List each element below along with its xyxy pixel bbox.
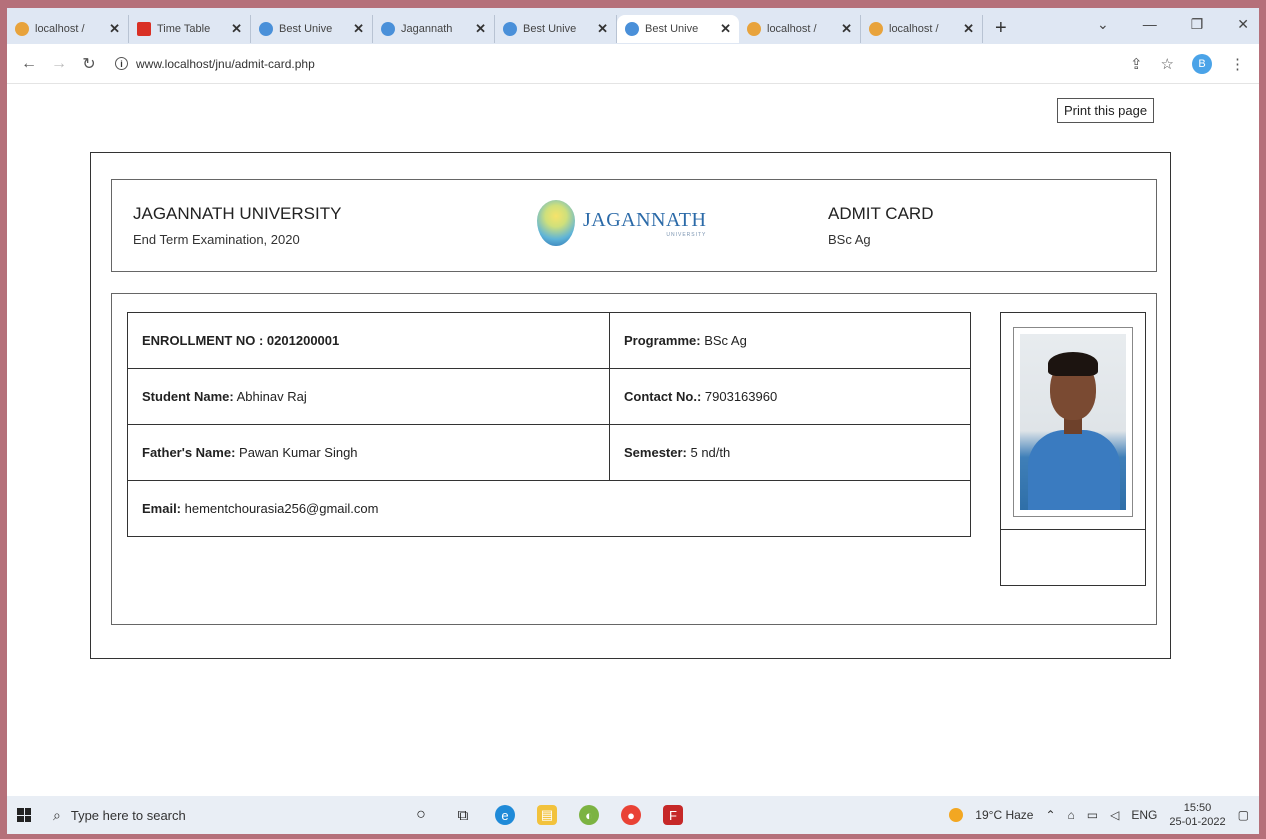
- email-cell: Email: hementchourasia256@gmail.com: [127, 480, 971, 537]
- student-info-table: ENROLLMENT NO : 0201200001 Programme: BS…: [127, 312, 971, 537]
- close-icon[interactable]: ✕: [231, 21, 242, 37]
- signature-divider: [1001, 529, 1145, 530]
- browser-toolbar: ← → ↻ i www.localhost/jnu/admit-card.php…: [7, 44, 1259, 84]
- taskbar-apps: ○ ⧉ e ▤ ◐ ● F: [411, 805, 683, 825]
- search-icon: ⌕: [53, 806, 61, 823]
- card-body: ENROLLMENT NO : 0201200001 Programme: BS…: [111, 293, 1157, 625]
- windows-taskbar: ⌕ Type here to search ○ ⧉ e ▤ ◐ ● F 19°C…: [7, 796, 1259, 834]
- phpmyadmin-icon: [15, 22, 29, 36]
- tab-7[interactable]: localhost / ✕: [861, 15, 983, 43]
- close-icon[interactable]: ✕: [353, 21, 364, 37]
- clock[interactable]: 15:50 25-01-2022: [1169, 801, 1225, 829]
- logo-text: JAGANNATH: [583, 208, 707, 231]
- exam-name: End Term Examination, 2020: [133, 232, 300, 247]
- url-text[interactable]: www.localhost/jnu/admit-card.php: [136, 57, 315, 71]
- university-logo: JAGANNATH UNIVERSITY: [537, 200, 706, 246]
- back-icon[interactable]: ←: [21, 55, 37, 73]
- tab-strip: localhost / ✕ Time Table ✕ Best Unive ✕ Jag…: [7, 8, 1259, 44]
- shield-logo-icon: [537, 200, 575, 246]
- phpmyadmin-icon: [869, 22, 883, 36]
- globe-icon: [259, 22, 273, 36]
- globe-icon: [381, 22, 395, 36]
- table-row: ENROLLMENT NO : 0201200001 Programme: BS…: [127, 312, 971, 369]
- phpmyadmin-icon: [747, 22, 761, 36]
- volume-icon[interactable]: ◁: [1110, 808, 1119, 822]
- cortana-icon[interactable]: ○: [411, 805, 431, 825]
- share-icon[interactable]: ⇪: [1130, 55, 1143, 73]
- menu-icon[interactable]: ⋮: [1230, 55, 1245, 73]
- tab-3[interactable]: Jagannath ✕: [373, 15, 495, 43]
- filezilla-icon[interactable]: F: [663, 805, 683, 825]
- close-window-button[interactable]: ✕: [1237, 16, 1249, 33]
- reload-icon[interactable]: ↻: [81, 54, 97, 74]
- restore-button[interactable]: ❐: [1191, 16, 1204, 33]
- file-explorer-icon[interactable]: ▤: [537, 805, 557, 825]
- clock-time: 15:50: [1183, 802, 1212, 814]
- task-view-icon[interactable]: ⧉: [453, 805, 473, 825]
- tab-1[interactable]: Time Table ✕: [129, 15, 251, 43]
- network-icon[interactable]: ⌂: [1068, 808, 1075, 822]
- app-icon[interactable]: ◐: [579, 805, 599, 825]
- card-title: ADMIT CARD: [828, 204, 934, 223]
- close-icon[interactable]: ✕: [963, 21, 974, 37]
- chevron-up-icon[interactable]: ⌃: [1045, 808, 1055, 822]
- edge-icon[interactable]: e: [495, 805, 515, 825]
- search-placeholder[interactable]: Type here to search: [71, 808, 186, 823]
- student-name-cell: Student Name: Abhinav Raj: [127, 368, 610, 425]
- table-row: Email: hementchourasia256@gmail.com: [127, 480, 971, 537]
- profile-avatar[interactable]: B: [1192, 54, 1212, 74]
- taskbar-search[interactable]: ⌕ Type here to search: [53, 796, 353, 834]
- card-programme: BSc Ag: [828, 232, 871, 247]
- contact-cell: Contact No.: 7903163960: [609, 368, 971, 425]
- close-icon[interactable]: ✕: [475, 21, 486, 37]
- close-icon[interactable]: ✕: [597, 21, 608, 37]
- windows-start-icon[interactable]: [17, 808, 31, 822]
- system-tray: 19°C Haze ⌃ ⌂ ▭ ◁ ENG 15:50 25-01-2022 ▢: [949, 796, 1249, 834]
- toolbar-actions: ⇪ ☆ B ⋮: [1130, 54, 1245, 74]
- close-icon[interactable]: ✕: [841, 21, 852, 37]
- tab-5-active[interactable]: Best Unive ✕: [617, 15, 739, 43]
- address-bar[interactable]: i www.localhost/jnu/admit-card.php: [115, 57, 315, 71]
- close-icon[interactable]: ✕: [720, 21, 731, 37]
- tab-4[interactable]: Best Unive ✕: [495, 15, 617, 43]
- close-icon[interactable]: ✕: [109, 21, 120, 37]
- card-header: JAGANNATH UNIVERSITY End Term Examinatio…: [111, 179, 1157, 272]
- weather-text[interactable]: 19°C Haze: [975, 808, 1033, 822]
- admit-card: JAGANNATH UNIVERSITY End Term Examinatio…: [90, 152, 1171, 659]
- student-photo-image: [1020, 334, 1126, 510]
- semester-cell: Semester: 5 nd/th: [609, 424, 971, 481]
- print-tooltip: Print this page: [1057, 98, 1155, 123]
- table-row: Student Name: Abhinav Raj Contact No.: 7…: [127, 368, 971, 425]
- tab-search-icon[interactable]: ⌄: [1097, 16, 1109, 33]
- tab-2[interactable]: Best Unive ✕: [251, 15, 373, 43]
- minimize-button[interactable]: —: [1143, 16, 1157, 33]
- new-tab-button[interactable]: +: [995, 17, 1007, 40]
- chrome-icon[interactable]: ●: [621, 805, 641, 825]
- table-row: Father's Name: Pawan Kumar Singh Semeste…: [127, 424, 971, 481]
- student-photo: [1013, 327, 1133, 517]
- weather-icon: [949, 808, 964, 822]
- clock-date: 25-01-2022: [1169, 816, 1226, 828]
- enrollment-cell: ENROLLMENT NO : 0201200001: [127, 312, 610, 369]
- info-icon[interactable]: i: [115, 57, 128, 70]
- tab-0[interactable]: localhost / ✕: [7, 15, 129, 43]
- window-controls: ⌄ — ❐ ✕: [1097, 16, 1249, 33]
- globe-icon: [503, 22, 517, 36]
- battery-icon[interactable]: ▭: [1087, 808, 1098, 822]
- bookmark-star-icon[interactable]: ☆: [1161, 55, 1174, 73]
- programme-cell: Programme: BSc Ag: [609, 312, 971, 369]
- forward-icon[interactable]: →: [51, 55, 67, 73]
- father-name-cell: Father's Name: Pawan Kumar Singh: [127, 424, 610, 481]
- logo-subtext: UNIVERSITY: [666, 231, 707, 238]
- tab-6[interactable]: localhost / ✕: [739, 15, 861, 43]
- language-indicator[interactable]: ENG: [1131, 808, 1157, 822]
- university-name: JAGANNATH UNIVERSITY: [133, 204, 342, 223]
- notification-icon[interactable]: ▢: [1238, 808, 1249, 822]
- globe-icon: [625, 22, 639, 36]
- gmail-icon: [137, 22, 151, 36]
- photo-box: [1000, 312, 1146, 586]
